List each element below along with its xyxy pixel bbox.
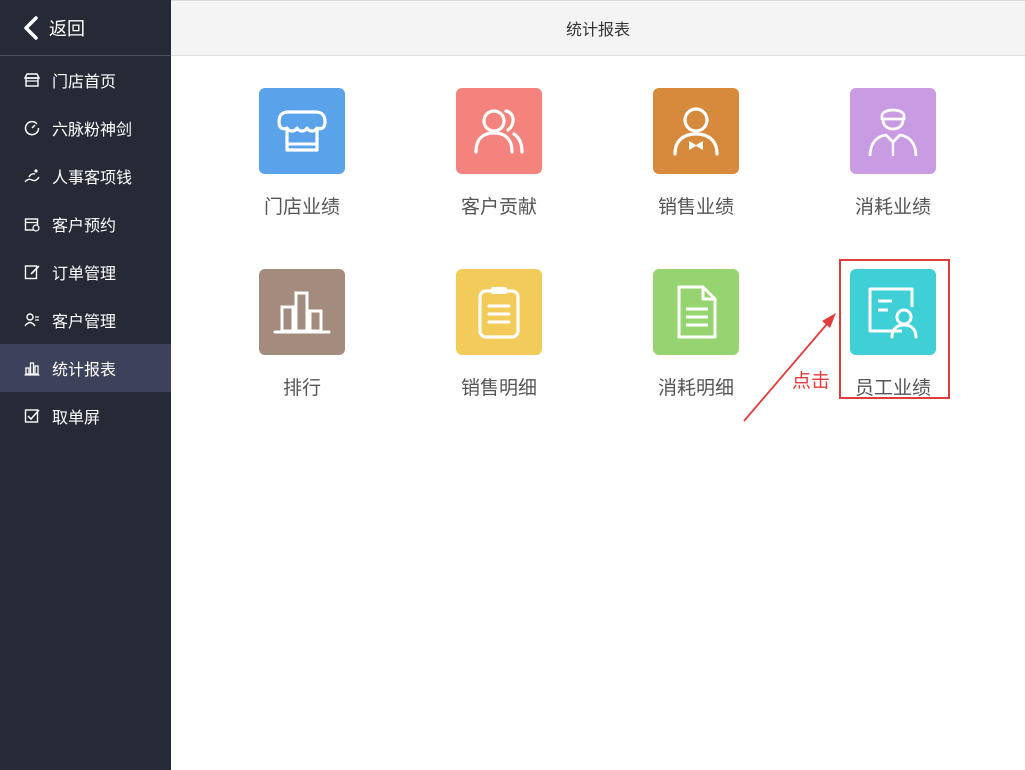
edit-doc-icon — [23, 264, 40, 281]
bar-chart-icon — [23, 360, 40, 377]
sidebar-item-label: 门店首页 — [52, 72, 117, 91]
tile-label: 销售明细 — [460, 377, 537, 399]
page-header: 统计报表 — [171, 0, 1025, 56]
salesperson-icon — [653, 88, 739, 174]
page-title: 统计报表 — [565, 20, 630, 39]
tile-customer-contribution[interactable]: 客户贡献 — [424, 88, 564, 228]
worker-icon — [850, 88, 936, 174]
sidebar: 返回 门店首页 六脉粉神剑 人事客项钱 客户预约 订单管理 客户管理 统计报表 … — [0, 0, 171, 770]
flow-icon — [23, 168, 40, 185]
ranking-icon — [259, 269, 345, 355]
tile-label: 消耗业绩 — [854, 196, 931, 218]
tile-store-performance[interactable]: 门店业绩 — [227, 88, 367, 228]
clipboard-icon — [456, 269, 542, 355]
tile-sales-performance[interactable]: 销售业绩 — [621, 88, 761, 228]
sidebar-item-reports[interactable]: 统计报表 — [0, 344, 171, 392]
users-icon — [23, 312, 40, 329]
gauge-icon — [23, 120, 40, 137]
sidebar-item-label: 订单管理 — [52, 264, 117, 283]
sidebar-item-appointment[interactable]: 客户预约 — [0, 200, 171, 248]
sidebar-item-label: 统计报表 — [52, 360, 117, 379]
back-label: 返回 — [49, 18, 85, 40]
document-icon — [653, 269, 739, 355]
sidebar-item-pickup-screen[interactable]: 取单屏 — [0, 392, 171, 440]
sidebar-item-store-home[interactable]: 门店首页 — [0, 56, 171, 104]
checkbox-icon — [23, 408, 40, 425]
store-icon — [23, 72, 40, 89]
sidebar-item-label: 取单屏 — [52, 408, 101, 427]
tile-label: 客户贡献 — [460, 196, 537, 218]
sidebar-item-label: 客户管理 — [52, 312, 117, 331]
tile-label: 销售业绩 — [657, 196, 734, 218]
arrow-icon — [743, 313, 836, 422]
sidebar-item-customers[interactable]: 客户管理 — [0, 296, 171, 344]
tile-consumption-performance[interactable]: 消耗业绩 — [818, 88, 958, 228]
chevron-left-icon — [24, 15, 38, 40]
customers-icon — [456, 88, 542, 174]
sidebar-item-orders[interactable]: 订单管理 — [0, 248, 171, 296]
tile-ranking[interactable]: 排行 — [227, 269, 367, 409]
highlight-box — [839, 259, 950, 399]
tile-label: 门店业绩 — [263, 196, 340, 218]
sidebar-item-label: 人事客项钱 — [52, 168, 133, 187]
tile-sales-detail[interactable]: 销售明细 — [424, 269, 564, 409]
sidebar-item-renshi[interactable]: 人事客项钱 — [0, 152, 171, 200]
sidebar-item-liumai[interactable]: 六脉粉神剑 — [0, 104, 171, 152]
sidebar-item-label: 六脉粉神剑 — [52, 120, 133, 139]
back-button[interactable]: 返回 — [0, 0, 171, 56]
calendar-icon — [23, 216, 40, 233]
tile-label: 排行 — [282, 377, 321, 399]
sidebar-item-label: 客户预约 — [52, 216, 117, 235]
store-awning-icon — [259, 88, 345, 174]
